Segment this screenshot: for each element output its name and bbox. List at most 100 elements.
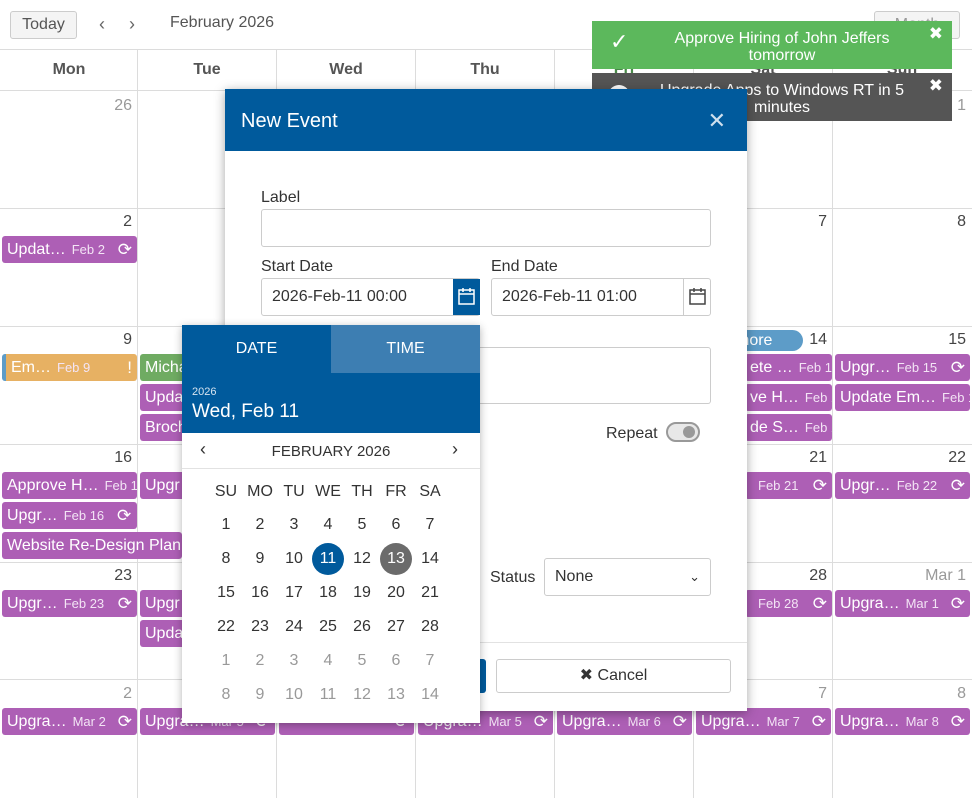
status-select[interactable]: None ⌄ [544, 558, 711, 596]
event-item[interactable]: Approve H… Feb 16 [2, 472, 137, 499]
event-item[interactable]: Upgra… Mar 8 ⟳ [835, 708, 970, 735]
day-header: SU [214, 483, 238, 500]
picker-day[interactable]: 3 [278, 645, 310, 677]
month-title: February 2026 [170, 14, 275, 31]
picker-day[interactable]: 18 [312, 577, 344, 609]
description-textarea[interactable] [480, 347, 711, 404]
picker-day[interactable]: 4 [312, 645, 344, 677]
picker-day[interactable]: 2 [244, 645, 276, 677]
picker-day[interactable]: 7 [414, 645, 446, 677]
event-item[interactable]: Website Re-Design Plan [2, 532, 182, 559]
picker-day[interactable]: 6 [380, 645, 412, 677]
event-title: Upda [145, 389, 184, 406]
event-date: Feb 16 [63, 508, 105, 523]
toast-close-button[interactable]: ✖ [929, 25, 943, 42]
picker-day[interactable]: 15 [210, 577, 242, 609]
event-item[interactable]: Feb 21 ⟳ [745, 472, 832, 499]
event-date: Feb 15 [896, 360, 938, 375]
picker-day[interactable]: 28 [414, 611, 446, 643]
label-input[interactable] [261, 209, 711, 247]
event-item[interactable]: Updat… Feb 2 ⟳ [2, 236, 137, 263]
picker-day[interactable]: 9 [244, 679, 276, 711]
picker-day[interactable]: 12 [346, 543, 378, 575]
picker-day[interactable]: 23 [244, 611, 276, 643]
calendar-icon[interactable] [453, 279, 480, 315]
recurring-icon: ⟳ [812, 594, 827, 613]
event-item[interactable]: Em… Feb 9 ! [2, 354, 137, 381]
day-header: MO [247, 483, 273, 500]
picker-day[interactable]: 26 [346, 611, 378, 643]
day-header: TH [351, 483, 373, 500]
picker-day[interactable]: 2 [244, 509, 276, 541]
repeat-toggle[interactable] [666, 422, 700, 442]
prev-month-button[interactable]: ‹ [99, 12, 105, 36]
picker-day[interactable]: 1 [210, 645, 242, 677]
repeat-label: Repeat [606, 425, 658, 442]
event-item[interactable]: Update Em… Feb 15 [835, 384, 970, 411]
picker-day[interactable]: 11 [312, 543, 344, 575]
cancel-button[interactable]: ✖ Cancel [496, 659, 731, 693]
picker-day[interactable]: 19 [346, 577, 378, 609]
toast-close-button[interactable]: ✖ [929, 77, 943, 94]
picker-day[interactable]: 5 [346, 645, 378, 677]
recurring-icon: ⟳ [950, 594, 965, 613]
picker-divider [182, 468, 480, 469]
event-item[interactable]: ete … Feb 14 [745, 354, 832, 381]
weekday-header: Wed [329, 61, 363, 78]
event-item[interactable]: ve H… Feb 14 [745, 384, 832, 411]
picker-day[interactable]: 14 [414, 543, 446, 575]
picker-day[interactable]: 24 [278, 611, 310, 643]
picker-day[interactable]: 4 [312, 509, 344, 541]
picker-day[interactable]: 10 [278, 543, 310, 575]
next-month-button[interactable]: › [129, 12, 135, 36]
picker-day[interactable]: 8 [210, 679, 242, 711]
event-title: Upgra… [840, 713, 900, 730]
event-item[interactable]: Upgra… Mar 1 ⟳ [835, 590, 970, 617]
event-item[interactable]: Upgra… Mar 2 ⟳ [2, 708, 137, 735]
picker-day[interactable]: 9 [244, 543, 276, 575]
picker-day[interactable]: 12 [346, 679, 378, 711]
event-title: Upgr… [7, 507, 58, 524]
start-date-input[interactable]: 2026-Feb-11 00:00 [261, 278, 480, 316]
picker-day[interactable]: 13 [380, 679, 412, 711]
recurring-icon: ⟳ [950, 712, 965, 731]
event-item[interactable]: Upgr… Feb 22 ⟳ [835, 472, 970, 499]
picker-day[interactable]: 21 [414, 577, 446, 609]
picker-day[interactable]: 14 [414, 679, 446, 711]
today-button[interactable]: Today [10, 11, 77, 39]
picker-day[interactable]: 22 [210, 611, 242, 643]
end-date-input[interactable]: 2026-Feb-11 01:00 [491, 278, 711, 316]
event-item[interactable]: Upgr… Feb 15 ⟳ [835, 354, 970, 381]
picker-day[interactable]: 17 [278, 577, 310, 609]
day-number: 2 [123, 213, 132, 230]
picker-day[interactable]: 16 [244, 577, 276, 609]
event-item[interactable]: Upgra… Mar 6 ⟳ [557, 708, 692, 735]
picker-day[interactable]: 25 [312, 611, 344, 643]
picker-day[interactable]: 27 [380, 611, 412, 643]
day-number: 9 [123, 331, 132, 348]
event-item[interactable]: Feb 28 ⟳ [745, 590, 832, 617]
event-item[interactable]: Upgr… Feb 23 ⟳ [2, 590, 137, 617]
picker-day[interactable]: 3 [278, 509, 310, 541]
next-month-button[interactable]: › [452, 439, 458, 460]
picker-day[interactable]: 13 [380, 543, 412, 575]
picker-day[interactable]: 8 [210, 543, 242, 575]
event-item[interactable]: Upgra… Mar 7 ⟳ [696, 708, 831, 735]
tab-date[interactable]: DATE [182, 325, 331, 373]
calendar-icon[interactable] [683, 279, 710, 315]
picker-day[interactable]: 5 [346, 509, 378, 541]
tab-time[interactable]: TIME [331, 325, 480, 373]
picker-day[interactable]: 10 [278, 679, 310, 711]
event-title: Em… [11, 359, 51, 376]
picker-day[interactable]: 11 [312, 679, 344, 711]
picker-day[interactable]: 7 [414, 509, 446, 541]
chevron-down-icon: ⌄ [689, 569, 700, 584]
close-icon[interactable]: ✕ [708, 108, 726, 134]
recurring-icon: ⟳ [117, 594, 132, 613]
picker-day[interactable]: 1 [210, 509, 242, 541]
picker-day[interactable]: 20 [380, 577, 412, 609]
picker-day[interactable]: 6 [380, 509, 412, 541]
event-item[interactable]: de S… Feb 14 [745, 414, 832, 441]
recurring-icon: ⟳ [950, 476, 965, 495]
event-item[interactable]: Upgr… Feb 16 ⟳ [2, 502, 137, 529]
